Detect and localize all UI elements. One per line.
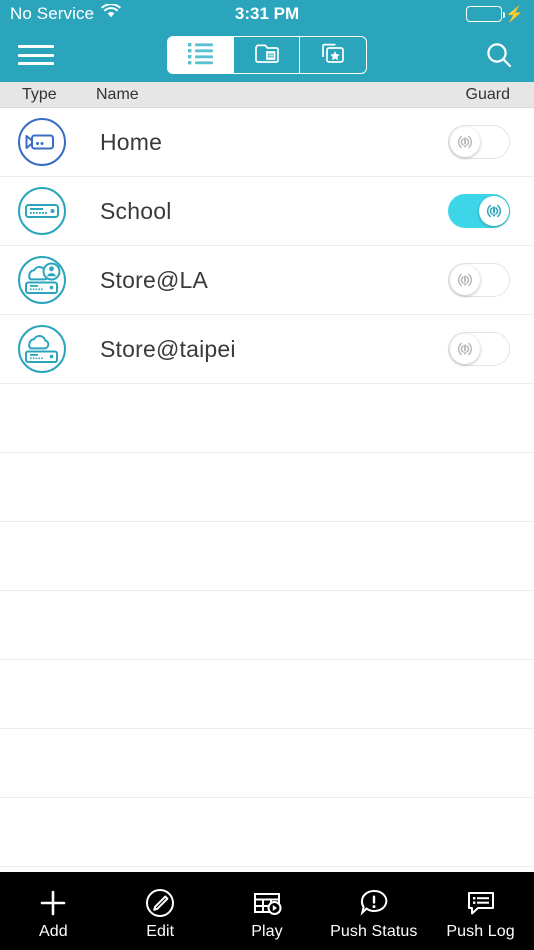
battery-full-icon	[466, 6, 506, 22]
tab-label: Push Log	[446, 923, 515, 940]
plus-icon	[37, 887, 69, 919]
list-icon	[186, 40, 216, 71]
cloud-nvr-user-icon	[16, 255, 68, 305]
device-list[interactable]: Home School Store@LA Store@taipei	[0, 108, 534, 872]
status-bar-left: No Service	[10, 3, 121, 24]
folder-icon	[252, 40, 282, 71]
status-bar: No Service 3:31 PM ⚡	[0, 0, 534, 28]
table-header: Type Name Guard	[0, 82, 534, 108]
guard-siren-icon	[479, 196, 509, 226]
empty-row	[0, 522, 534, 591]
empty-row	[0, 453, 534, 522]
empty-row	[0, 660, 534, 729]
table-row[interactable]: School	[0, 177, 534, 246]
lightning-bolt-icon: ⚡	[505, 5, 524, 23]
tab-label: Push Status	[330, 923, 418, 940]
segment-list-view[interactable]	[168, 37, 234, 73]
column-header-name: Name	[96, 85, 139, 103]
nvr-icon	[16, 186, 68, 236]
empty-row	[0, 384, 534, 453]
grid-play-icon	[251, 887, 283, 919]
tab-add[interactable]: Add	[0, 872, 107, 950]
pencil-circle-icon	[144, 887, 176, 919]
guard-toggle[interactable]	[448, 125, 510, 159]
log-bubble-icon	[465, 887, 497, 919]
view-mode-segmented-control	[167, 36, 367, 74]
alert-bubble-icon	[358, 887, 390, 919]
table-row[interactable]: Store@taipei	[0, 315, 534, 384]
segment-folder-view[interactable]	[234, 37, 300, 73]
tab-push-status[interactable]: Push Status	[320, 872, 427, 950]
device-name-label: Home	[100, 128, 163, 155]
tab-label: Edit	[146, 923, 175, 940]
hamburger-menu-icon[interactable]	[18, 42, 54, 68]
nav-bar	[0, 28, 534, 82]
camera-icon	[16, 117, 68, 167]
guard-siren-icon	[450, 127, 480, 157]
guard-toggle[interactable]	[448, 194, 510, 228]
empty-row	[0, 798, 534, 867]
bottom-tab-bar: Add Edit Play Push Status Push Log	[0, 872, 534, 950]
guard-siren-icon	[450, 334, 480, 364]
device-name-label: Store@LA	[100, 266, 209, 293]
star-cards-icon	[318, 40, 348, 71]
tab-label: Add	[39, 923, 68, 940]
search-icon[interactable]	[482, 38, 516, 72]
device-name-label: Store@taipei	[100, 335, 236, 362]
app-root: No Service 3:31 PM ⚡ Type Name Guard Hom…	[0, 0, 534, 950]
tab-push-log[interactable]: Push Log	[427, 872, 534, 950]
tab-edit[interactable]: Edit	[107, 872, 214, 950]
wifi-icon	[101, 3, 121, 24]
segment-favorites-view[interactable]	[300, 37, 366, 73]
carrier-label: No Service	[10, 4, 95, 23]
column-header-type: Type	[22, 85, 57, 103]
guard-toggle[interactable]	[448, 332, 510, 366]
empty-row	[0, 729, 534, 798]
empty-row	[0, 591, 534, 660]
status-bar-right: ⚡	[466, 6, 524, 22]
guard-toggle[interactable]	[448, 263, 510, 297]
table-row[interactable]: Home	[0, 108, 534, 177]
device-name-label: School	[100, 197, 172, 224]
cloud-nvr-icon	[16, 324, 68, 374]
tab-label: Play	[251, 923, 283, 940]
table-row[interactable]: Store@LA	[0, 246, 534, 315]
column-header-guard: Guard	[465, 85, 510, 103]
guard-siren-icon	[450, 265, 480, 295]
tab-play[interactable]: Play	[214, 872, 321, 950]
